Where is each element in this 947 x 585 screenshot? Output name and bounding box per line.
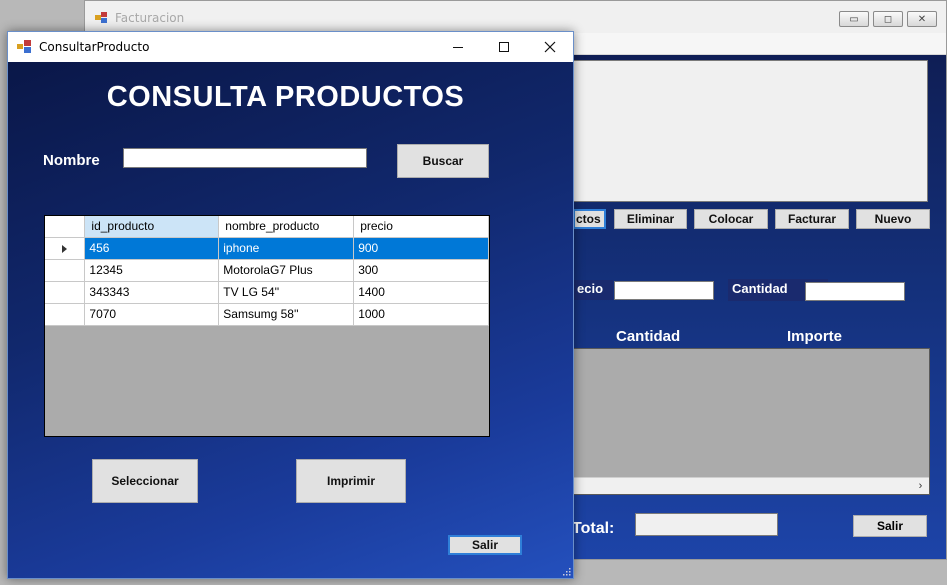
grid-header-cantidad: Cantidad [616,328,681,345]
cell-precio[interactable]: 1000 [353,303,489,326]
row-header[interactable] [45,259,86,282]
facturacion-titlebar: Facturacion ▭ ◻ ✕ [85,1,946,33]
nuevo-button[interactable]: Nuevo [856,209,930,229]
window-title: Facturacion [115,11,185,25]
nombre-label: Nombre [43,152,100,169]
row-header[interactable] [45,303,86,326]
seleccionar-button[interactable]: Seleccionar [92,459,198,503]
precio-input[interactable] [614,281,714,300]
productos-table: id_producto nombre_producto precio 456 i… [45,216,489,326]
current-row-arrow-icon [62,244,68,253]
close-button[interactable]: ✕ [907,11,937,27]
productos-button[interactable]: ctos [573,209,606,229]
table-row[interactable]: 12345 MotorolaG7 Plus 300 [45,259,489,282]
cell-nombre-producto[interactable]: Samsumg 58'' [218,303,355,326]
cell-id-producto[interactable]: 7070 [84,303,220,326]
nombre-input[interactable] [123,148,367,168]
row-header[interactable] [45,281,86,304]
cell-nombre-producto[interactable]: MotorolaG7 Plus [218,259,355,282]
maximize-button[interactable] [481,32,527,62]
column-header-precio[interactable]: precio [353,216,489,238]
page-title: CONSULTA PRODUCTOS [106,81,465,113]
column-header-nombre-producto[interactable]: nombre_producto [218,216,355,238]
colocar-button[interactable]: Colocar [694,209,768,229]
table-header-row: id_producto nombre_producto precio [45,216,489,238]
minimize-icon: ▭ [849,13,859,25]
close-icon [544,41,556,53]
resize-grip-icon[interactable] [561,566,571,576]
cell-id-producto[interactable]: 456 [84,237,220,260]
eliminar-button[interactable]: Eliminar [614,209,687,229]
cantidad-input[interactable] [805,282,905,301]
cell-id-producto[interactable]: 12345 [84,259,220,282]
consultar-producto-client-area: CONSULTA PRODUCTOS Nombre Buscar id_prod… [8,62,573,578]
close-button[interactable] [527,32,573,62]
horizontal-scrollbar[interactable]: › [574,477,929,494]
close-icon: ✕ [917,13,927,25]
minimize-button[interactable] [435,32,481,62]
precio-label: ecio [573,280,613,300]
buscar-button[interactable]: Buscar [397,144,489,178]
detalle-textbox[interactable] [573,60,928,202]
app-icon [95,12,107,23]
column-header-id-producto[interactable]: id_producto [84,216,220,238]
cell-precio[interactable]: 300 [353,259,489,282]
cell-nombre-producto[interactable]: iphone [218,237,355,260]
cell-nombre-producto[interactable]: TV LG 54'' [218,281,355,304]
table-row[interactable]: 343343 TV LG 54'' 1400 [45,281,489,304]
total-field[interactable] [635,513,778,536]
total-label: Total: [572,520,615,537]
factura-grid[interactable]: › [573,348,930,495]
salir-button[interactable]: Salir [853,515,927,537]
maximize-button[interactable]: ◻ [873,11,903,27]
minimize-button[interactable]: ▭ [839,11,869,27]
app-icon [17,40,31,53]
table-row[interactable]: 456 iphone 900 [45,237,489,260]
salir-button[interactable]: Salir [448,535,522,555]
window-title: ConsultarProducto [39,40,150,54]
consultar-producto-titlebar: ConsultarProducto [8,32,573,62]
minimize-icon [453,47,463,48]
row-header[interactable] [45,237,86,260]
productos-grid[interactable]: id_producto nombre_producto precio 456 i… [44,215,490,437]
cell-precio[interactable]: 1400 [353,281,489,304]
grid-corner-cell[interactable] [45,216,86,238]
imprimir-button[interactable]: Imprimir [296,459,406,503]
facturar-button[interactable]: Facturar [775,209,849,229]
maximize-icon [499,42,509,52]
consultar-producto-window: ConsultarProducto CONSULTA PRODUCTOS Nom… [7,31,574,579]
table-row[interactable]: 7070 Samsumg 58'' 1000 [45,303,489,326]
cell-id-producto[interactable]: 343343 [84,281,220,304]
maximize-icon: ◻ [883,13,893,25]
grid-header-importe: Importe [787,328,843,345]
scroll-right-icon[interactable]: › [912,478,929,494]
cell-precio[interactable]: 900 [353,237,489,260]
